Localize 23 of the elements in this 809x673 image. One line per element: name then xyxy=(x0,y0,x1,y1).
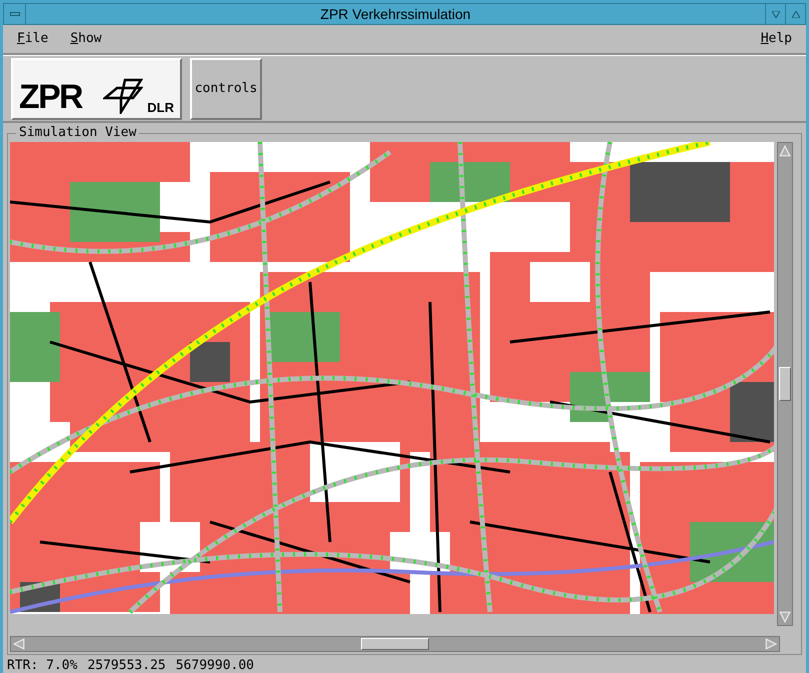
scrollbar-thumb[interactable] xyxy=(779,367,791,401)
menu-item[interactable]: Show xyxy=(66,29,106,49)
window-title: ZPR Verkehrssimulation xyxy=(319,4,472,24)
scroll-left-arrow-icon[interactable] xyxy=(13,638,25,650)
vertical-scrollbar[interactable] xyxy=(777,142,793,626)
minus-icon xyxy=(10,12,20,16)
menu-item[interactable]: File xyxy=(13,29,52,49)
triangle-down-icon xyxy=(772,10,780,18)
zpr-logo-text: ZPR xyxy=(19,80,82,114)
controls-button[interactable]: controls xyxy=(190,58,262,120)
menu-item[interactable]: Help xyxy=(756,29,796,49)
status-text: RTR: 7.0% xyxy=(7,657,78,673)
scroll-up-arrow-icon[interactable] xyxy=(779,145,791,157)
scroll-down-arrow-icon[interactable] xyxy=(779,611,791,623)
dlr-logo-text: DLR xyxy=(147,100,174,114)
coordinate-x-text: 2579553.25 xyxy=(87,657,166,673)
horizontal-scrollbar[interactable] xyxy=(10,636,780,652)
scrollbar-thumb[interactable] xyxy=(361,638,429,650)
triangle-up-icon xyxy=(792,10,800,18)
grid-logo-icon xyxy=(103,78,144,114)
coordinate-y-text: 5679990.00 xyxy=(176,657,254,673)
scroll-right-arrow-icon[interactable] xyxy=(765,638,777,650)
logo-button[interactable]: ZPR DLR xyxy=(11,58,182,120)
